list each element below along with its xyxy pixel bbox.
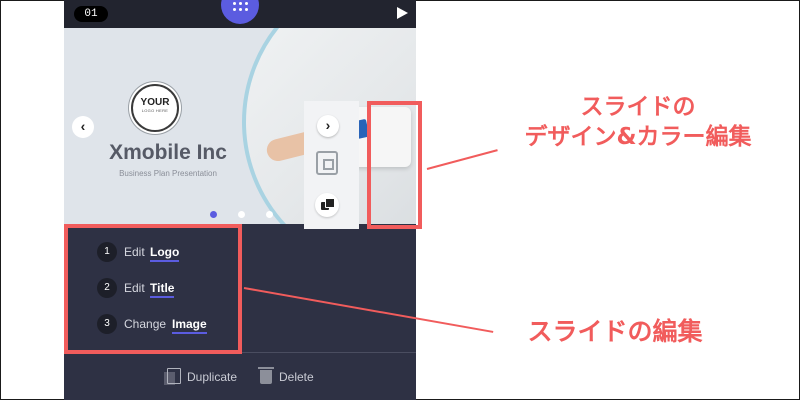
callout-design-color: スライドの デザイン&カラー編集 [508, 92, 768, 152]
chevron-left-icon: ‹ [80, 118, 86, 134]
slide-number-badge: 01 [74, 6, 108, 22]
slide-logo[interactable]: YOUR LOGO HERE [131, 84, 179, 132]
callout-line: デザイン&カラー編集 [524, 124, 752, 150]
slide-subtitle[interactable]: Business Plan Presentation [88, 169, 248, 178]
highlight-edit-options [64, 224, 242, 354]
square-design-icon[interactable] [316, 151, 338, 175]
pager-dot[interactable] [266, 211, 273, 218]
callout-line: スライドの [580, 94, 696, 120]
logo-text-line1: YOUR [140, 97, 170, 108]
grid-dots-icon [233, 2, 248, 12]
bottom-action-bar: Duplicate Delete [64, 353, 416, 400]
next-slide-button[interactable]: › [317, 115, 339, 137]
logo-text-line2: LOGO HERE [141, 108, 169, 113]
slide-pager [210, 211, 273, 219]
delete-label: Delete [279, 370, 314, 384]
slide-design-tools: › [304, 101, 359, 229]
slide-preview[interactable]: YOUR LOGO HERE Xmobile Inc Business Plan… [64, 28, 416, 224]
chevron-right-icon: › [325, 117, 331, 133]
trash-icon [258, 367, 274, 384]
duplicate-label: Duplicate [187, 370, 238, 384]
duplicate-icon [164, 368, 181, 385]
pager-dot[interactable] [238, 211, 245, 218]
color-swatch-icon[interactable] [315, 193, 339, 217]
slide-title[interactable]: Xmobile Inc [88, 141, 248, 165]
menu-button[interactable] [221, 0, 259, 24]
callout-edit-slide: スライドの編集 [527, 317, 703, 346]
top-bar: 01 [64, 0, 416, 28]
play-icon[interactable] [397, 7, 408, 19]
pager-dot[interactable] [210, 211, 217, 218]
highlight-design-tools [367, 101, 422, 229]
prev-slide-button[interactable]: ‹ [72, 116, 94, 138]
